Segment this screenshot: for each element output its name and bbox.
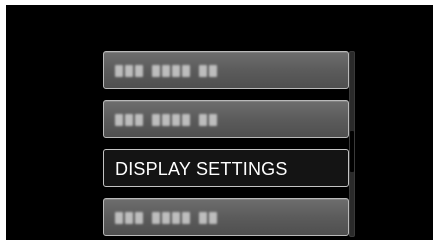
menu-item-4[interactable] bbox=[103, 198, 349, 236]
obscured-label bbox=[115, 114, 226, 126]
menu-item-label: DISPLAY SETTINGS bbox=[115, 159, 288, 179]
obscured-label bbox=[115, 65, 226, 77]
menu-item-1[interactable] bbox=[103, 51, 349, 89]
menu-item-display-settings[interactable]: DISPLAY SETTINGS bbox=[103, 149, 349, 187]
camera-menu-screen: DISPLAY SETTINGS bbox=[6, 5, 433, 240]
obscured-label bbox=[115, 212, 226, 224]
menu-scrollbar[interactable] bbox=[349, 51, 355, 237]
menu-item-2[interactable] bbox=[103, 100, 349, 138]
scrollbar-thumb[interactable] bbox=[350, 131, 354, 172]
